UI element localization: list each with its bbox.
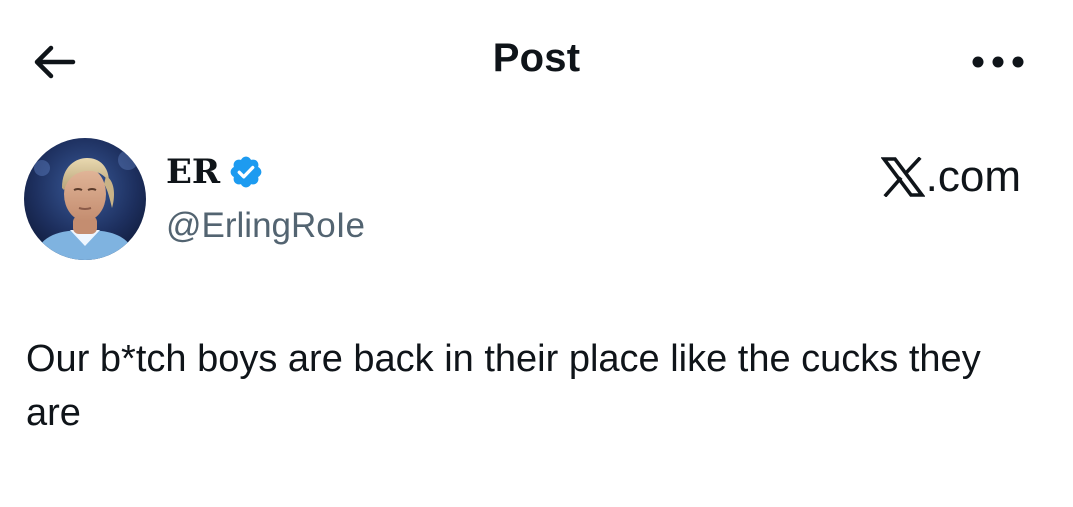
verified-badge-icon <box>228 154 264 190</box>
site-suffix: .com <box>925 152 1021 201</box>
x-logo-icon <box>880 157 925 197</box>
more-horizontal-icon <box>972 56 1024 68</box>
display-name[interactable]: ER <box>166 152 220 192</box>
user-handle[interactable]: @ErlingRoIe <box>166 204 365 248</box>
post-page: Post ER @ErlingRoIe .com Our b*tch boys … <box>0 0 1073 507</box>
post-text: Our b*tch boys are back in their place l… <box>26 338 981 434</box>
avatar-photo <box>24 138 146 260</box>
more-options-button[interactable] <box>966 44 1030 80</box>
avatar[interactable] <box>24 138 146 260</box>
author-name-row[interactable]: ER <box>166 152 264 192</box>
page-title: Post <box>492 36 581 80</box>
site-watermark: .com <box>880 152 1021 202</box>
